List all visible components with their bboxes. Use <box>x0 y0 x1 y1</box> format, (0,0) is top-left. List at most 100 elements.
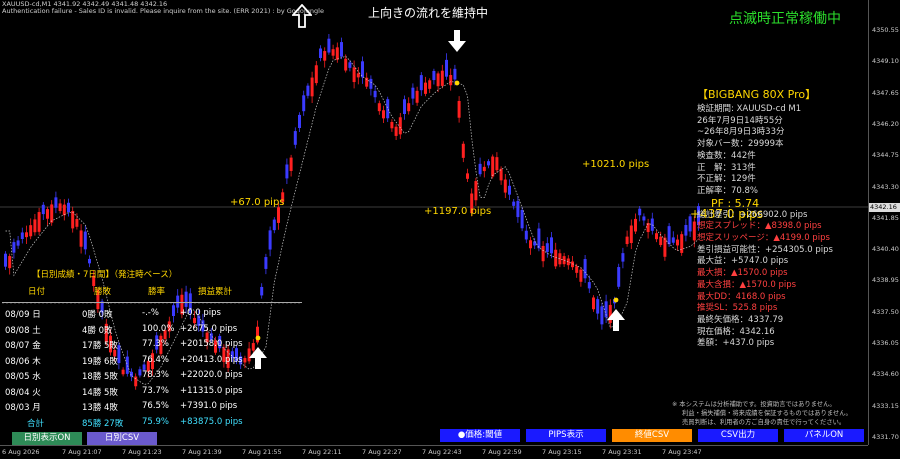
candle-body <box>407 103 411 112</box>
candle-body <box>524 230 528 240</box>
panel-stat-line: 26年7月9日14時55分 <box>697 115 783 126</box>
down-arrow-icon <box>448 30 466 52</box>
candle-body <box>638 208 642 216</box>
daily-title: 【日別成績・7日間】（発注時ベース） <box>32 270 178 280</box>
panel-stat-line: 総計差引：+266902.0 pips <box>697 209 808 220</box>
candle-body <box>625 236 629 245</box>
price-tick: 4350.55 <box>872 26 899 34</box>
price-axis[interactable]: 4350.55 4349.10 4347.65 4346.20 4344.75 4343.… <box>868 0 900 445</box>
panel-button[interactable]: パネルON <box>784 429 864 442</box>
candle-body <box>579 269 583 282</box>
daily-cell-date: 08/03 月 <box>5 403 41 413</box>
candle-body <box>298 114 301 128</box>
panel-title: 【BIGBANG 80X Pro】 <box>697 88 817 101</box>
candle-body <box>415 90 419 103</box>
panel-stat-line: 想定スプレッド：▲8398.0 pips <box>697 221 822 232</box>
daily-row: 08/04 火 14勝 5敗 73.7% +11315.0 pips <box>2 386 302 400</box>
daily-button[interactable]: 日別表示ON <box>12 432 82 445</box>
candle-body <box>600 306 604 325</box>
candle-body <box>79 230 83 247</box>
panel-stat-line: 対象バー数：29999本 <box>697 139 784 150</box>
candle-body <box>634 218 637 232</box>
panel-button[interactable]: ●価格:閾値 <box>440 429 520 442</box>
daily-row: 08/07 金 17勝 5敗 77.3% +20158.0 pips <box>2 339 302 353</box>
candle-body <box>659 236 663 246</box>
candle-body <box>432 70 436 81</box>
candle-body <box>83 231 87 250</box>
candle-body <box>67 202 70 212</box>
panel-button[interactable]: PIPS表示 <box>526 429 606 442</box>
price-tick: 4341.85 <box>872 213 899 222</box>
daily-cell-date: 08/07 金 <box>5 341 41 351</box>
candle-body <box>575 266 579 273</box>
candle-body <box>293 131 297 145</box>
col-header-date: 日付 <box>28 287 46 297</box>
candle-body <box>41 204 45 215</box>
candle-body <box>629 225 633 244</box>
daily-cell-wl: 19勝 6敗 <box>82 356 118 367</box>
daily-cell-wl: 17勝 5敗 <box>82 341 118 351</box>
candle-body <box>377 103 381 112</box>
time-axis[interactable]: 6 Aug 2026 7 Aug 21:07 7 Aug 21:23 7 Aug 21… <box>0 445 868 459</box>
daily-cell-pnl: +2675.0 pips <box>180 323 238 334</box>
candle-body <box>537 228 541 249</box>
candle-body <box>369 78 373 89</box>
time-tick: 7 Aug 21:07 <box>62 448 102 456</box>
price-tick: 4336.05 <box>872 339 899 347</box>
signal-dot <box>613 297 619 303</box>
panel-button[interactable]: CSV出力 <box>698 429 778 442</box>
candle-body <box>478 163 482 175</box>
candle-body <box>331 49 335 56</box>
candle-body <box>264 257 268 269</box>
up-arrow-icon <box>292 4 312 28</box>
candle-body <box>268 230 272 250</box>
current-price-label: 4342.16 <box>869 203 900 212</box>
candle-body <box>592 297 595 310</box>
daily-cell-pnl: +7391.0 pips <box>180 401 238 411</box>
panel-button[interactable]: 終値CSV <box>612 429 692 442</box>
candle-body <box>382 110 385 119</box>
daily-row: 08/08 土 4勝 0敗 100.0% +2675.0 pips <box>2 324 302 338</box>
candle-body <box>550 237 553 254</box>
candle-body <box>50 204 54 223</box>
candle-body <box>650 218 654 231</box>
col-header-winloss: 勝敗 <box>94 287 112 297</box>
panel-stat-line: 正解率：70.8% <box>697 185 759 196</box>
daily-cell-pnl: +22020.0 pips <box>180 370 243 380</box>
price-tick: 4340.40 <box>872 245 899 254</box>
candle-body <box>671 237 675 243</box>
daily-cell-wl: 14勝 5敗 <box>82 387 118 398</box>
panel-stat-line: ~26年8月9日3時33分 <box>697 127 785 138</box>
status-indicator: 点滅時正常稼働中 <box>729 11 841 27</box>
candle-body <box>487 161 490 166</box>
candle-body <box>33 219 37 233</box>
time-tick: 7 Aug 23:15 <box>542 448 582 456</box>
candle-body <box>642 216 646 221</box>
candle-body <box>373 90 377 98</box>
candle-body <box>58 203 62 212</box>
daily-row: 08/03 月 13勝 4敗 76.5% +7391.0 pips <box>2 401 302 415</box>
price-tick: 4337.50 <box>872 307 899 316</box>
candle-body <box>386 99 390 119</box>
time-tick: 7 Aug 21:23 <box>122 448 162 456</box>
disclaimer-text: 売買判断は、利用者の方ご自身の責任で行ってください。 <box>682 419 846 426</box>
daily-cell-rate: 73.7% <box>142 385 170 396</box>
candle-body <box>445 59 448 77</box>
daily-row: 合計 85勝 27敗 75.9% +83875.0 pips <box>2 417 302 431</box>
daily-button[interactable]: 日別CSV <box>87 432 157 445</box>
candle-body <box>617 267 621 287</box>
candle-body <box>541 245 545 262</box>
candle-body <box>314 65 318 84</box>
candle-body <box>62 204 66 216</box>
daily-cell-wl: 85勝 27敗 <box>82 418 124 429</box>
pips-label: +1197.0 pips <box>424 206 492 217</box>
panel-stat-line: 最大含損：▲1570.0 pips <box>697 279 797 290</box>
daily-cell-date: 08/06 木 <box>5 356 41 367</box>
candle-body <box>319 48 322 58</box>
candle-body <box>587 282 591 289</box>
price-tick: 4349.10 <box>872 57 899 66</box>
daily-cell-date: 08/08 土 <box>5 325 41 336</box>
trend-message: 上向きの流れを維持中 <box>368 6 489 20</box>
candle-body <box>453 68 457 80</box>
candle-body <box>621 253 625 262</box>
